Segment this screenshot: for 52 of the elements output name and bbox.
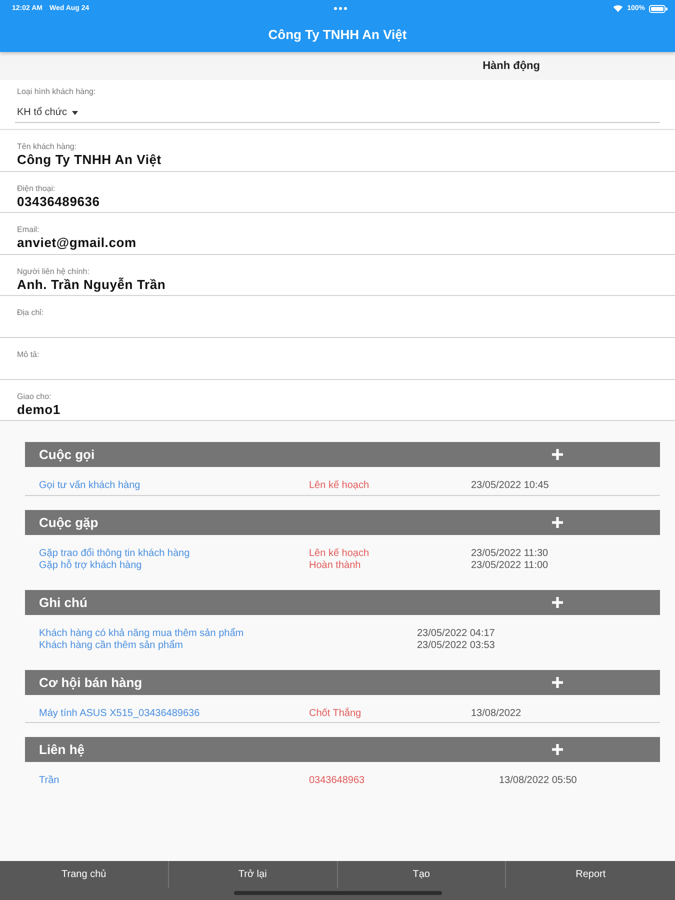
- field-label: Loại hình khách hàng:: [16, 87, 96, 97]
- field-label: Email:: [17, 225, 40, 236]
- section-title: Liên hệ: [39, 742, 86, 758]
- section-title: Ghi chú: [39, 594, 88, 610]
- plus-icon[interactable]: [552, 676, 563, 688]
- wifi-icon: [613, 5, 624, 12]
- field-label: Địa chỉ:: [17, 308, 44, 318]
- plus-icon[interactable]: [552, 744, 563, 756]
- phone-text: 0343648963: [309, 775, 365, 788]
- date-text: 13/08/2022: [471, 708, 522, 720]
- nav-tab[interactable]: Report: [506, 861, 675, 888]
- section-title: Cuộc gọi: [39, 447, 96, 462]
- plus-icon[interactable]: [552, 516, 563, 528]
- text-field[interactable]: Điện thoại: 03436489636: [0, 172, 675, 214]
- battery-icon: [649, 4, 668, 12]
- nav-tab[interactable]: Trang chủ: [0, 861, 169, 888]
- nav-tab[interactable]: Trở lại: [168, 861, 338, 888]
- status-text: Chốt Thắng: [309, 708, 362, 720]
- status-text: Lên kế hoạch: [309, 548, 370, 560]
- date-text: 23/05/2022 11:00: [471, 560, 548, 573]
- field-value: anviet@gmail.com: [17, 235, 136, 252]
- section-title: Cuộc gặp: [39, 514, 100, 530]
- customer-type-dropdown[interactable]: KH tổ chức: [15, 103, 660, 123]
- app-title: Công Ty TNHH An Việt: [268, 27, 407, 42]
- status-text: Lên kế hoạch: [309, 480, 370, 493]
- section-title: Cơ hội bán hàng: [39, 674, 144, 690]
- date-text: 23/05/2022 10:45: [471, 480, 549, 493]
- text-field[interactable]: Email: anviet@gmail.com: [0, 213, 675, 255]
- date-text: 23/05/2022 11:30: [471, 548, 548, 560]
- dots-icon[interactable]: [334, 7, 346, 10]
- field-label: Người liên hệ chính:: [17, 266, 90, 277]
- field-value: Công Ty TNHH An Việt: [17, 152, 162, 168]
- field-label: Giao cho:: [17, 392, 52, 402]
- date-text: 23/05/2022 04:17: [417, 628, 495, 640]
- field-value: demo1: [17, 402, 60, 418]
- text-field[interactable]: Mô tả:: [0, 338, 675, 380]
- plus-icon[interactable]: [552, 596, 563, 608]
- date-text: 13/08/2022 05:50: [499, 775, 577, 788]
- text-field[interactable]: Người liên hệ chính: Anh. Trần Nguyễn Trần: [0, 254, 675, 296]
- text-field[interactable]: Tên khách hàng: Công Ty TNHH An Việt: [0, 130, 675, 172]
- actions-button[interactable]: Hành động: [482, 60, 540, 72]
- field-label: Tên khách hàng:: [17, 142, 77, 152]
- text-field[interactable]: Địa chỉ:: [0, 296, 675, 338]
- plus-icon[interactable]: [552, 449, 563, 460]
- date-text: 23/05/2022 03:53: [417, 640, 495, 653]
- field-label: Điện thoại:: [17, 184, 56, 194]
- field-label: Mô tả:: [17, 350, 40, 360]
- status-text: Hoàn thành: [309, 560, 361, 573]
- caret-icon: [72, 110, 78, 114]
- nav-tab[interactable]: Tạo: [338, 861, 506, 888]
- field-value: 03436489636: [17, 194, 100, 210]
- field-value: Anh. Trần Nguyễn Trần: [17, 276, 166, 293]
